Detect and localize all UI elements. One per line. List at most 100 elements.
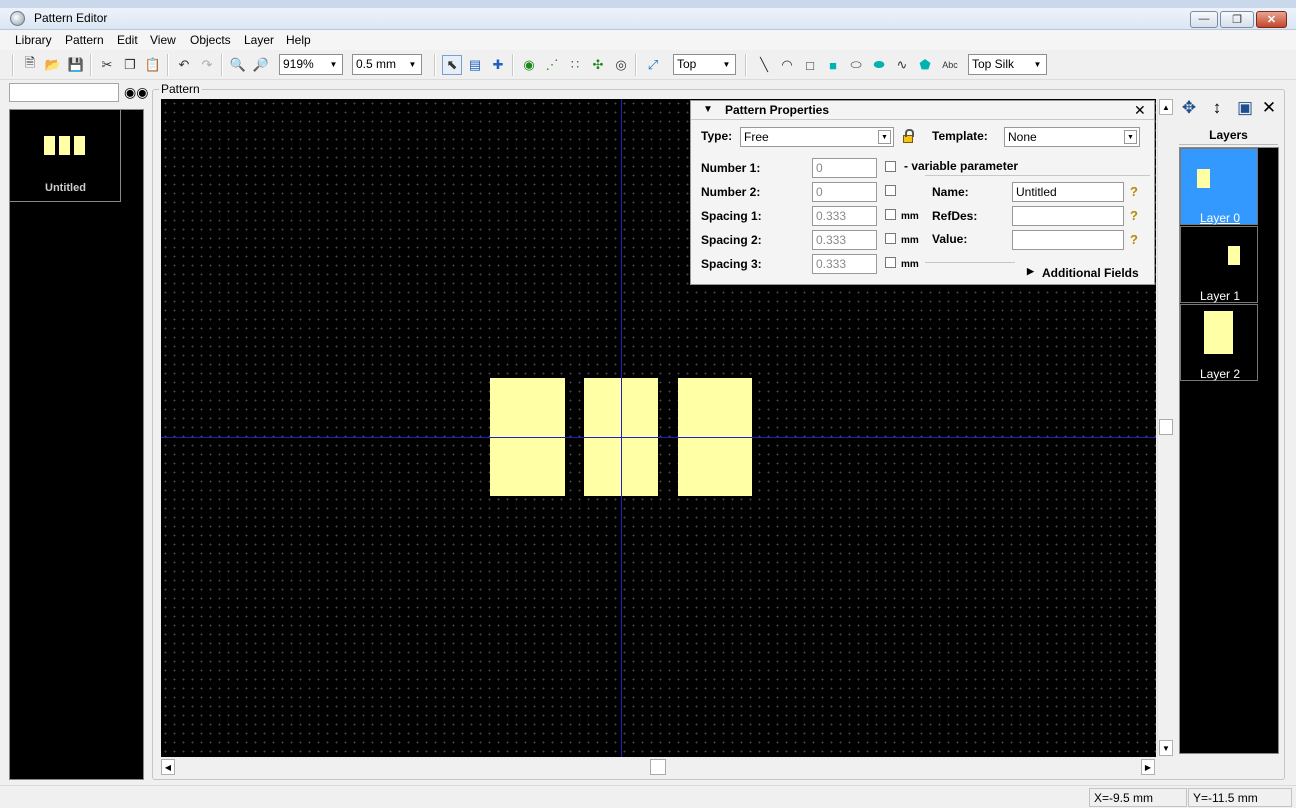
paste-icon[interactable]: 📋 (143, 55, 163, 75)
menu-edit[interactable]: Edit (117, 33, 138, 47)
polyline-tool-icon[interactable]: ∿ (892, 55, 912, 75)
layer-item-1[interactable]: Layer 1 (1180, 226, 1258, 303)
zoom-select[interactable]: 919% ▼ (279, 54, 343, 75)
number1-field[interactable]: 0 (812, 158, 877, 178)
vertical-scrollbar[interactable]: ▲ ▼ (1157, 99, 1174, 757)
measure-icon[interactable]: ▤ (465, 55, 485, 75)
open-folder-icon[interactable]: 📂 (43, 55, 63, 75)
zoom-fit-icon[interactable]: 🔎 (251, 55, 271, 75)
spacing3-field[interactable]: 0.333 (812, 254, 877, 274)
spacing1-checkbox[interactable] (885, 209, 896, 220)
library-panel: Untitled (9, 109, 144, 780)
rectangle-tool-icon[interactable]: □ (800, 55, 820, 75)
status-y-coordinate: Y=-11.5 mm (1188, 788, 1292, 807)
new-file-icon[interactable]: 🗎 (20, 55, 40, 75)
filled-rectangle-tool-icon[interactable]: ■ (823, 55, 843, 75)
close-icon[interactable]: ✕ (1134, 102, 1146, 119)
value-help-icon[interactable]: ? (1130, 232, 1138, 247)
side-select[interactable]: Top ▼ (673, 54, 736, 75)
name-help-icon[interactable]: ? (1130, 184, 1138, 199)
menu-library[interactable]: Library (15, 33, 52, 47)
properties-header[interactable]: ▼ Pattern Properties ✕ (691, 101, 1154, 120)
scroll-left-icon[interactable]: ◀ (161, 759, 175, 775)
crosshair-icon[interactable]: ✚ (488, 55, 508, 75)
save-icon[interactable]: 💾 (66, 55, 86, 75)
menu-pattern[interactable]: Pattern (65, 33, 104, 47)
library-search-input[interactable] (9, 83, 119, 102)
undo-icon[interactable]: ↶ (174, 55, 194, 75)
properties-title: Pattern Properties (725, 103, 830, 117)
scroll-down-icon[interactable]: ▼ (1159, 740, 1173, 756)
filled-ellipse-tool-icon[interactable]: ⬬ (869, 55, 889, 75)
pad-icon[interactable]: ◉ (519, 55, 539, 75)
menu-view[interactable]: View (150, 33, 176, 47)
spacing2-field[interactable]: 0.333 (812, 230, 877, 250)
ellipse-tool-icon[interactable]: ⬭ (846, 55, 866, 75)
resize-diagonal-icon[interactable]: ⤢ (643, 55, 663, 75)
delete-icon[interactable]: ✕ (1258, 98, 1280, 120)
pad-array-icon[interactable]: ∷ (565, 55, 585, 75)
lock-icon[interactable] (903, 129, 914, 143)
library-item[interactable]: Untitled (10, 110, 121, 202)
pattern-frame-label: Pattern (159, 82, 202, 96)
fit-frame-icon[interactable]: ▣ (1234, 98, 1256, 120)
menu-layer[interactable]: Layer (244, 33, 274, 47)
menu-objects[interactable]: Objects (190, 33, 231, 47)
up-down-icon[interactable]: ↕ (1206, 98, 1228, 120)
toolbar-separator (221, 54, 223, 76)
line-tool-icon[interactable]: ╲ (754, 55, 774, 75)
minimize-button[interactable]: — (1190, 11, 1218, 28)
number2-checkbox[interactable] (885, 185, 896, 196)
grid-select[interactable]: 0.5 mm ▼ (352, 54, 422, 75)
title-bar: Pattern Editor — ❐ ✕ (0, 8, 1296, 30)
refdes-help-icon[interactable]: ? (1130, 208, 1138, 223)
restore-button[interactable]: ❐ (1220, 11, 1254, 28)
toolbar-separator (745, 54, 747, 76)
pad-circle-icon[interactable]: ✣ (588, 55, 608, 75)
spacing3-label: Spacing 3: (701, 257, 762, 271)
refdes-field[interactable] (1012, 206, 1124, 226)
close-window-button[interactable]: ✕ (1256, 11, 1287, 28)
layers-panel: Layer 0 Layer 1 Layer 2 (1179, 147, 1279, 754)
scroll-up-icon[interactable]: ▲ (1159, 99, 1173, 115)
template-select[interactable]: None ▼ (1004, 127, 1140, 147)
move-icon[interactable]: ✥ (1178, 98, 1200, 120)
layer-item-0[interactable]: Layer 0 (1180, 148, 1258, 225)
vertical-scroll-thumb[interactable] (1159, 419, 1173, 435)
pad-line-icon[interactable]: ⋰ (542, 55, 562, 75)
arc-tool-icon[interactable]: ◠ (777, 55, 797, 75)
copy-icon[interactable]: ❐ (120, 55, 140, 75)
horizontal-scroll-thumb[interactable] (650, 759, 666, 775)
cut-icon[interactable]: ✂ (97, 55, 117, 75)
target-icon[interactable]: ◎ (611, 55, 631, 75)
layer-select[interactable]: Top Silk ▼ (968, 54, 1047, 75)
collapse-triangle-icon[interactable]: ▼ (703, 104, 713, 115)
additional-fields-toggle[interactable]: Additional Fields (1042, 266, 1139, 280)
restore-icon: ❐ (1232, 14, 1242, 26)
polygon-tool-icon[interactable]: ⬟ (915, 55, 935, 75)
value-label: Value: (932, 232, 968, 246)
number2-field[interactable]: 0 (812, 182, 877, 202)
window-title: Pattern Editor (34, 11, 108, 25)
binoculars-icon[interactable]: ◉◉ (124, 84, 148, 102)
text-tool-icon[interactable]: Abc (938, 55, 962, 75)
spacing1-field[interactable]: 0.333 (812, 206, 877, 226)
toolbar-separator (90, 54, 92, 76)
menu-help[interactable]: Help (286, 33, 311, 47)
value-field[interactable] (1012, 230, 1124, 250)
expand-triangle-icon[interactable]: ▶ (1027, 266, 1034, 277)
select-arrow-icon[interactable]: ⬉ (442, 55, 462, 75)
spacing3-checkbox[interactable] (885, 257, 896, 268)
scroll-right-icon[interactable]: ▶ (1141, 759, 1155, 775)
zoom-in-icon[interactable]: 🔍 (228, 55, 248, 75)
number1-checkbox[interactable] (885, 161, 896, 172)
refdes-label: RefDes: (932, 209, 978, 223)
layers-title: Layers (1179, 128, 1278, 145)
layer-item-2[interactable]: Layer 2 (1180, 304, 1258, 381)
type-select[interactable]: Free ▼ (740, 127, 894, 147)
layer-thumbnail-shape (1204, 311, 1233, 354)
name-field[interactable]: Untitled (1012, 182, 1124, 202)
template-value: None (1008, 130, 1037, 144)
horizontal-scrollbar[interactable]: ◀ ▶ (161, 758, 1156, 776)
spacing2-checkbox[interactable] (885, 233, 896, 244)
